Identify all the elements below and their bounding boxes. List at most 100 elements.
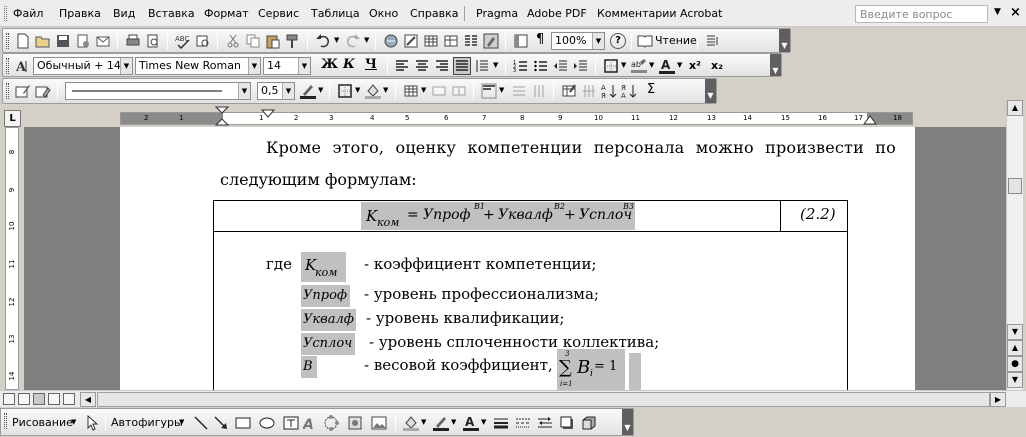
arrow-style-icon[interactable] <box>537 415 553 431</box>
line-style-icon[interactable] <box>493 415 509 431</box>
italic-button[interactable]: К <box>343 57 355 72</box>
subscript-button[interactable]: x₂ <box>711 59 723 72</box>
line-spacing-dropdown-icon[interactable]: ▼ <box>493 61 498 69</box>
font-combo[interactable]: Times New Roman ▼ <box>135 57 261 75</box>
font-size-combo[interactable]: 14 ▼ <box>263 57 311 75</box>
first-line-indent-icon[interactable] <box>261 109 275 123</box>
line-color-dropdown-icon[interactable]: ▼ <box>451 418 456 426</box>
vertical-scrollbar[interactable]: ▲ ▼ ▲ ● ▼ <box>1006 100 1023 390</box>
align-cell-dropdown-icon[interactable]: ▼ <box>499 86 504 94</box>
table-autoformat-icon[interactable] <box>561 83 577 99</box>
styles-pane-icon[interactable]: A <box>15 58 31 74</box>
redo-dropdown-icon[interactable]: ▼ <box>364 36 369 44</box>
chevron-down-icon[interactable]: ▼ <box>120 58 132 74</box>
tab-selector-button[interactable]: L <box>4 110 21 127</box>
table-borders-dropdown-icon[interactable]: ▼ <box>355 86 360 94</box>
menu-acrobat-comments[interactable]: Комментарии Acrobat <box>597 7 722 21</box>
print-icon[interactable] <box>125 33 141 49</box>
research-icon[interactable] <box>195 33 211 49</box>
eraser-icon[interactable] <box>35 83 51 99</box>
scroll-right-icon[interactable]: ▶ <box>990 392 1006 407</box>
new-document-icon[interactable] <box>15 33 31 49</box>
email-icon[interactable] <box>95 33 111 49</box>
decrease-indent-icon[interactable] <box>553 58 569 74</box>
open-folder-icon[interactable] <box>35 33 51 49</box>
insert-excel-icon[interactable] <box>443 33 459 49</box>
menu-tools[interactable]: Сервис <box>258 7 299 21</box>
autoshapes-menu-button[interactable]: Автофигуры <box>111 416 183 429</box>
rectangle-tool-icon[interactable] <box>235 415 251 431</box>
show-formatting-icon[interactable]: ¶ <box>536 32 544 47</box>
text-direction-icon[interactable] <box>581 83 597 99</box>
spelling-icon[interactable]: ABC <box>175 33 191 49</box>
clip-art-icon[interactable] <box>347 415 363 431</box>
right-indent-icon[interactable] <box>863 113 877 125</box>
dash-style-icon[interactable] <box>515 415 531 431</box>
line-spacing-icon[interactable] <box>474 58 490 74</box>
print-preview-icon[interactable] <box>145 33 161 49</box>
align-cell-icon[interactable] <box>481 83 497 99</box>
font-color-icon[interactable]: A <box>463 415 479 431</box>
border-color-dropdown-icon[interactable]: ▼ <box>318 86 323 94</box>
line-weight-combo[interactable]: 0,5 ▼ <box>257 82 295 100</box>
vertical-ruler[interactable]: 8 9 10 11 12 13 14 <box>5 127 19 390</box>
fill-color-icon[interactable] <box>403 415 419 431</box>
table-borders-icon[interactable] <box>337 83 353 99</box>
document-map-icon[interactable] <box>513 33 529 49</box>
border-dropdown-icon[interactable]: ▼ <box>621 61 626 69</box>
toolbar-options-chevron[interactable]: ▼ <box>770 54 781 76</box>
scroll-up-icon[interactable]: ▲ <box>1007 100 1023 116</box>
close-document-icon[interactable]: × <box>1010 5 1021 20</box>
align-center-icon[interactable] <box>414 58 430 74</box>
font-color-icon[interactable]: A <box>659 58 675 74</box>
hyperlink-icon[interactable] <box>383 33 399 49</box>
highlight-icon[interactable]: ab <box>631 58 647 74</box>
fill-color-dropdown-icon[interactable]: ▼ <box>421 418 426 426</box>
menu-view[interactable]: Вид <box>113 7 135 21</box>
outside-border-icon[interactable] <box>603 58 619 74</box>
browse-object-icon[interactable]: ● <box>1007 356 1023 372</box>
superscript-button[interactable]: x² <box>689 59 701 72</box>
menu-table[interactable]: Таблица <box>311 7 360 21</box>
line-color-icon[interactable] <box>433 415 449 431</box>
read-mode-label[interactable]: Чтение <box>655 34 697 47</box>
shading-dropdown-icon[interactable]: ▼ <box>383 86 388 94</box>
chevron-down-icon[interactable]: ▼ <box>298 58 310 74</box>
web-layout-icon[interactable] <box>18 393 30 405</box>
next-page-icon[interactable]: ▼ <box>1007 372 1023 388</box>
horizontal-scrollbar[interactable]: ◀ ▶ <box>0 390 1026 407</box>
document-structure-icon[interactable] <box>705 33 721 49</box>
numbering-icon[interactable]: 123 <box>513 58 529 74</box>
toolbar-grip[interactable] <box>6 33 9 49</box>
help-dropdown-icon[interactable]: ▼ <box>994 7 1001 17</box>
scroll-down-icon[interactable]: ▼ <box>1007 324 1023 340</box>
menu-help[interactable]: Справка <box>410 7 458 21</box>
redo-icon[interactable] <box>345 33 361 49</box>
definition-symbol[interactable]: Уквалф <box>301 309 356 331</box>
insert-table-dropdown-icon[interactable]: ▼ <box>421 86 426 94</box>
help-question-input[interactable]: Введите вопрос <box>855 5 988 23</box>
zoom-combo[interactable]: 100% ▼ <box>551 32 605 50</box>
tables-borders-icon[interactable] <box>403 33 419 49</box>
help-icon[interactable]: ? <box>610 33 626 49</box>
outline-view-icon[interactable] <box>48 393 60 405</box>
split-cells-icon[interactable] <box>451 83 467 99</box>
border-color-icon[interactable] <box>300 83 316 99</box>
sort-ascending-icon[interactable]: АЯ <box>601 83 617 99</box>
text-box-icon[interactable] <box>283 415 299 431</box>
toolbar-options-chevron[interactable]: ▼ <box>622 409 633 435</box>
menu-format[interactable]: Формат <box>204 7 249 21</box>
drawing-toggle-icon[interactable] <box>483 33 499 49</box>
scroll-thumb[interactable] <box>1008 178 1022 194</box>
horizontal-ruler[interactable]: 2 1 1 2 3 4 5 6 7 8 9 10 11 12 13 14 15 … <box>120 106 913 126</box>
select-objects-icon[interactable] <box>85 415 101 431</box>
distribute-rows-icon[interactable] <box>511 83 527 99</box>
menu-window[interactable]: Окно <box>369 7 398 21</box>
equation-object[interactable]: K ком = Упроф B1 + Уквалф B2 + Усплоч B3 <box>361 202 635 230</box>
drawing-dropdown-icon[interactable]: ▼ <box>71 418 76 426</box>
merge-cells-icon[interactable] <box>431 83 447 99</box>
underline-button[interactable]: Ч <box>365 57 377 72</box>
toolbar-grip[interactable] <box>4 413 7 429</box>
scroll-left-icon[interactable]: ◀ <box>80 392 96 407</box>
paste-icon[interactable] <box>265 33 281 49</box>
